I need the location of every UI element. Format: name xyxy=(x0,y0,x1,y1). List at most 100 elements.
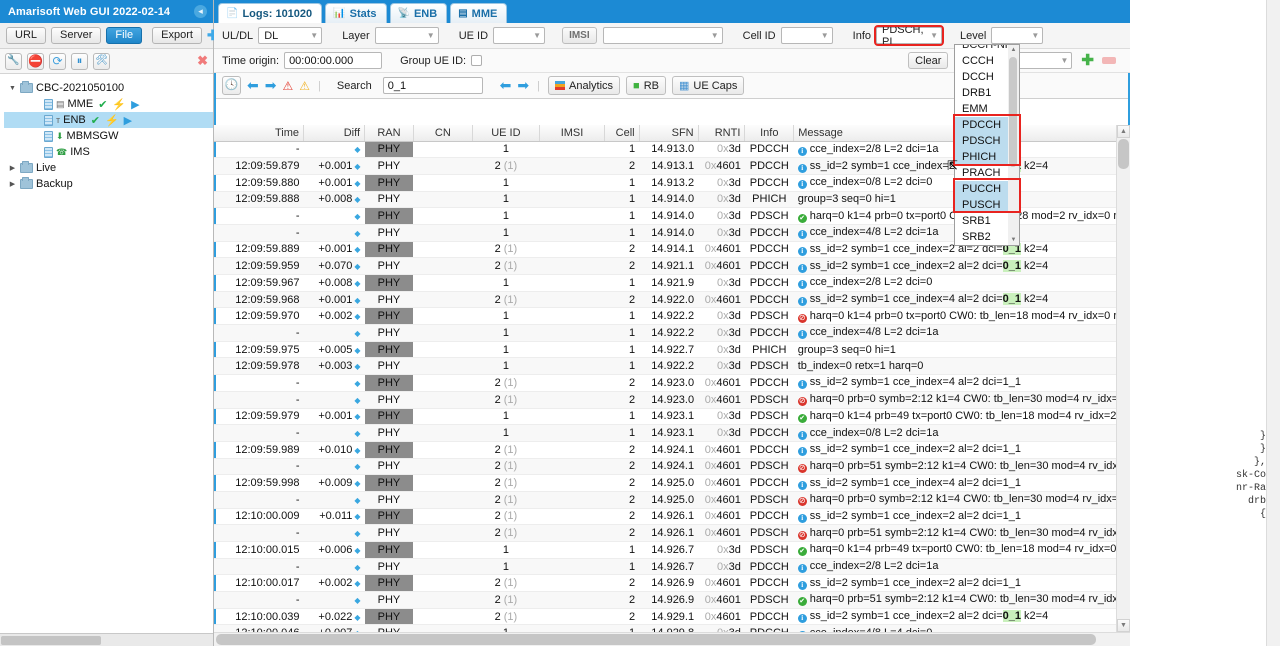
tree-item-ims[interactable]: ☎ IMS xyxy=(4,144,213,160)
table-row[interactable]: 12:09:59.979 +0.001 ◆ PHY 1 1 14.923.1 0x3d PDSC… xyxy=(214,408,1130,426)
next-arrow-icon[interactable]: ➡ xyxy=(265,77,277,94)
cellid-select[interactable]: ▼ xyxy=(780,27,833,44)
check-icon[interactable]: ✔ xyxy=(91,114,100,127)
tree-item-cbc-2021050100[interactable]: ▼ CBC-2021050100 xyxy=(4,80,213,96)
wrench-icon[interactable]: 🔧 xyxy=(5,52,22,70)
close-icon[interactable]: ✖ xyxy=(197,53,208,69)
bolt-icon[interactable]: ⚡ xyxy=(112,98,126,111)
marker-icon[interactable]: ◆ xyxy=(352,195,360,204)
twisty-icon[interactable]: ▶ xyxy=(8,164,17,172)
table-row[interactable]: 12:10:00.046+0.007◆PHY1114.929.80x3dPDCC… xyxy=(214,624,1130,632)
url-button[interactable]: URL xyxy=(6,27,47,44)
marker-icon[interactable]: ◆ xyxy=(352,162,360,171)
left-hscrollbar[interactable] xyxy=(0,633,213,646)
table-row[interactable]: 12:10:00.009 +0.011 ◆ PHY 2 (1) 2 14.926.1 0x46… xyxy=(214,508,1130,526)
logs-hscroll-thumb[interactable] xyxy=(216,634,1096,645)
table-row[interactable]: 12:09:59.967 +0.008 ◆ PHY 1 1 14.921.9 0x3d PDCC… xyxy=(214,274,1130,292)
marker-icon[interactable]: ◆ xyxy=(352,512,360,521)
play-icon[interactable]: ▶ xyxy=(131,98,139,111)
twisty-icon[interactable]: ▶ xyxy=(8,180,17,188)
marker-icon[interactable]: ◆ xyxy=(352,245,360,254)
table-row[interactable]: 12:09:59.970 +0.002 ◆ PHY 1 1 14.922.2 0x3d PDSC… xyxy=(214,307,1130,326)
export-button[interactable]: Export xyxy=(152,27,202,44)
check-icon[interactable]: ✔ xyxy=(98,98,107,111)
col-ran[interactable]: RAN xyxy=(364,125,414,142)
table-row[interactable]: 12:10:00.039 +0.022 ◆ PHY 2 (1) 2 14.929.1 0x46… xyxy=(214,608,1130,626)
marker-icon[interactable]: ◆ xyxy=(352,496,360,505)
tab-stats[interactable]: 📊 Stats xyxy=(325,3,387,23)
file-button[interactable]: File xyxy=(106,27,143,44)
clock-icon[interactable]: 🕓 xyxy=(222,76,241,95)
tab-enb[interactable]: 📡 ENB xyxy=(389,3,448,23)
right-vscrollbar[interactable] xyxy=(1266,0,1280,646)
table-row[interactable]: - ◆ PHY 2 (1) 2 14.926.9 0x4601 PDSCH ✔ harq=0 pr… xyxy=(214,591,1130,609)
bolt-icon[interactable]: ⚡ xyxy=(105,114,119,127)
tree-item-mbmsgw[interactable]: ⬇ MBMSGW xyxy=(4,128,213,144)
marker-icon[interactable]: ◆ xyxy=(352,429,360,438)
chevron-left-icon[interactable]: ◂ xyxy=(194,5,207,18)
tab-mme[interactable]: ▤ MME xyxy=(450,3,508,23)
play-icon[interactable]: ▶ xyxy=(124,114,132,127)
stop-icon[interactable]: ⛔ xyxy=(27,52,44,70)
col-cn[interactable]: CN xyxy=(413,125,473,142)
error-triangle-icon[interactable]: ⚠ xyxy=(282,79,293,93)
imsi-select[interactable]: ▼ xyxy=(602,27,723,44)
marker-icon[interactable]: ◆ xyxy=(352,479,360,488)
marker-icon[interactable]: ◆ xyxy=(352,296,360,305)
ueid-select[interactable]: ▼ xyxy=(493,27,546,44)
search-prev-icon[interactable]: ⬅ xyxy=(500,77,512,94)
refresh-icon[interactable]: ⟳ xyxy=(49,52,66,70)
uecaps-button[interactable]: ▦ UE Caps xyxy=(671,76,745,95)
marker-icon[interactable]: ◆ xyxy=(352,145,360,154)
marker-icon[interactable]: ◆ xyxy=(352,446,360,455)
marker-icon[interactable]: ◆ xyxy=(352,462,360,471)
tree-item-enb[interactable]: ᴛ ENB ✔ ⚡ ▶ xyxy=(4,112,213,128)
dropdown-scroll-thumb[interactable] xyxy=(1009,57,1017,167)
scroll-down-icon[interactable]: ▼ xyxy=(1117,619,1130,632)
uldl-select[interactable]: DL ▼ xyxy=(258,27,323,44)
col-sfn[interactable]: SFN xyxy=(639,125,699,142)
marker-icon[interactable]: ◆ xyxy=(352,179,360,188)
logs-vscrollbar[interactable]: ▲ ▼ xyxy=(1116,125,1130,632)
remove-filter-icon[interactable] xyxy=(1102,57,1116,64)
prev-arrow-icon[interactable]: ⬅ xyxy=(247,77,259,94)
col-info[interactable]: Info xyxy=(744,125,795,142)
scroll-down-icon[interactable]: ▼ xyxy=(1008,235,1019,245)
pause-icon[interactable]: ⏸ xyxy=(71,52,88,70)
col-time[interactable]: Time xyxy=(214,125,304,142)
analytics-button[interactable]: Analytics xyxy=(548,76,621,95)
tools-icon[interactable]: 🛠 xyxy=(93,52,110,70)
marker-icon[interactable]: ◆ xyxy=(352,312,360,321)
col-cell[interactable]: Cell xyxy=(604,125,640,142)
marker-icon[interactable]: ◆ xyxy=(352,329,360,338)
marker-icon[interactable]: ◆ xyxy=(352,279,360,288)
twisty-icon[interactable]: ▼ xyxy=(8,85,17,92)
col-ueid[interactable]: UE ID xyxy=(472,125,540,142)
table-row[interactable]: - ◆ PHY 1 1 14.923.1 0x3d PDCCH i cce_index=0/8 L… xyxy=(214,424,1130,442)
tree-item-mme[interactable]: ▤ MME ✔ ⚡ ▶ xyxy=(4,96,213,112)
scroll-up-icon[interactable]: ▲ xyxy=(1117,125,1130,138)
table-row[interactable]: - ◆ PHY 2 (1) 2 14.924.1 0x4601 PDSCH ⊘ harq=0 pr… xyxy=(214,458,1130,476)
marker-icon[interactable]: ◆ xyxy=(352,346,360,355)
logs-hscrollbar[interactable] xyxy=(214,632,1130,646)
col-imsi[interactable]: IMSI xyxy=(539,125,606,142)
marker-icon[interactable]: ◆ xyxy=(352,546,360,555)
table-row[interactable]: - ◆ PHY 1 1 14.922.2 0x3d PDCCH i cce_index=4/8 L… xyxy=(214,324,1130,342)
marker-icon[interactable]: ◆ xyxy=(352,396,360,405)
marker-icon[interactable]: ◆ xyxy=(352,262,360,271)
marker-icon[interactable]: ◆ xyxy=(352,229,360,238)
level-select[interactable]: ▼ xyxy=(991,27,1044,44)
layer-select[interactable]: ▼ xyxy=(374,27,439,44)
rb-button[interactable]: ■ RB xyxy=(626,76,666,95)
marker-icon[interactable]: ◆ xyxy=(352,412,360,421)
table-row[interactable]: - ◆ PHY 2 (1) 2 14.925.0 0x4601 PDSCH ⊘ harq=0 pr… xyxy=(214,491,1130,509)
time-origin-input[interactable]: 00:00:00.000 xyxy=(284,52,383,69)
table-row[interactable]: 12:09:59.989 +0.010 ◆ PHY 2 (1) 2 14.924.1 0x46… xyxy=(214,441,1130,459)
add-filter-icon[interactable]: ✚ xyxy=(1081,53,1094,68)
info-dropdown-list[interactable]: BCCH-NR CCCH DCCH DRB1 EMM PDCCH PDSCH PHICH PRA… xyxy=(954,44,1020,246)
table-row[interactable]: - ◆ PHY 2 (1) 2 14.923.0 0x4601 PDSCH ⊘ harq=0 pr… xyxy=(214,391,1130,409)
col-diff[interactable]: Diff xyxy=(303,125,366,142)
info-dropdown-scrollbar[interactable]: ▲ ▼ xyxy=(1008,45,1019,245)
table-row[interactable]: 12:09:59.998 +0.009 ◆ PHY 2 (1) 2 14.925.0 0x46… xyxy=(214,474,1130,492)
table-row[interactable]: 12:09:59.978 +0.003 ◆ PHY 1 1 14.922.2 0x3d PDSC… xyxy=(214,357,1130,376)
